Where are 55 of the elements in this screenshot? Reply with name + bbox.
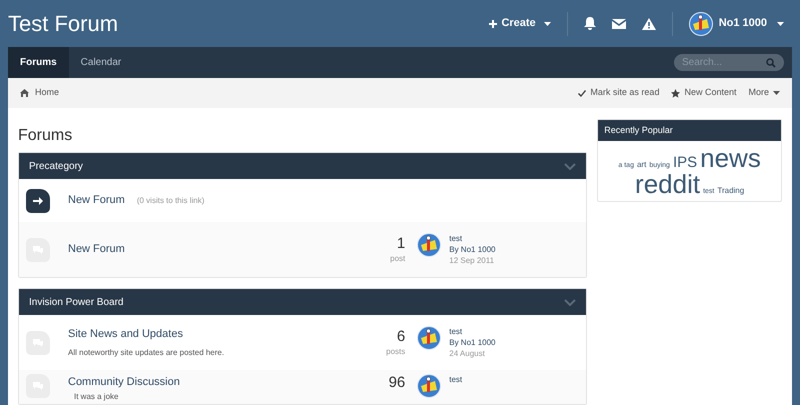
nav-tab[interactable]: Forums [8, 47, 69, 78]
forum-link[interactable]: New Forum [68, 241, 354, 258]
breadcrumb-link[interactable]: Home [35, 86, 60, 100]
last-post-link[interactable]: test [449, 326, 496, 337]
post-count: 1 [396, 234, 406, 252]
last-post-link[interactable]: test [449, 374, 462, 385]
forum-description: All noteworthy site updates are posted here. [68, 346, 226, 359]
check-icon [578, 90, 586, 96]
caret-icon [773, 91, 780, 95]
last-post-date: 12 Sep 2011 [449, 255, 496, 266]
home-icon [20, 89, 29, 97]
caret-icon [544, 22, 551, 26]
forum-link[interactable]: New Forum [68, 192, 125, 209]
avatar-icon [417, 233, 442, 257]
star-icon [671, 88, 680, 98]
category-header[interactable]: Precategory [19, 153, 586, 179]
envelope-icon[interactable] [612, 18, 626, 28]
avatar-icon [417, 326, 442, 350]
last-post-link[interactable]: test [449, 233, 496, 244]
category-header[interactable]: Invision Power Board [19, 289, 586, 315]
bell-icon[interactable] [584, 17, 596, 30]
post-count: 6 [396, 328, 406, 346]
plus-icon [489, 20, 498, 28]
tag-link[interactable]: IPS [672, 155, 698, 170]
tag-link[interactable]: Trading [717, 187, 744, 195]
widget-header: Recently Popular [598, 120, 781, 141]
post-count-label: post [390, 252, 406, 264]
category-title: Precategory [29, 160, 84, 174]
visits-note: (0 visits to this link) [136, 194, 204, 206]
category-title: Invision Power Board [29, 296, 124, 310]
avatar-icon [688, 12, 713, 36]
last-post-author[interactable]: By No1 1000 [449, 337, 496, 348]
caret-icon [777, 22, 784, 26]
page-title: Forums [18, 126, 74, 146]
create-button[interactable]: Create [489, 15, 551, 32]
user-menu[interactable]: No1 1000 [688, 12, 784, 36]
site-title[interactable]: Test Forum [8, 7, 118, 40]
last-post-author[interactable]: By No1 1000 [449, 244, 496, 255]
forum-link[interactable]: Community Discussion [68, 374, 354, 390]
tag-link[interactable]: reddit [635, 171, 700, 197]
redirect-icon [26, 188, 50, 212]
page-action-link[interactable]: More [748, 86, 780, 100]
forum-link[interactable]: Site News and Updates [68, 326, 354, 343]
subforum-link[interactable]: It was a joke [68, 392, 354, 400]
warning-icon[interactable] [642, 18, 656, 30]
last-post-date: 24 August [449, 348, 486, 359]
nav-tab[interactable]: Calendar [68, 47, 134, 78]
post-count: 96 [388, 374, 406, 392]
page-action-link[interactable]: Mark site as read [578, 86, 660, 100]
avatar-icon [417, 374, 442, 398]
search-icon[interactable] [766, 58, 776, 68]
page-action-link[interactable]: New Content [671, 86, 736, 100]
tag-link[interactable]: news [700, 145, 761, 171]
tag-link[interactable]: art [636, 161, 646, 169]
post-count-label: posts [386, 346, 406, 358]
